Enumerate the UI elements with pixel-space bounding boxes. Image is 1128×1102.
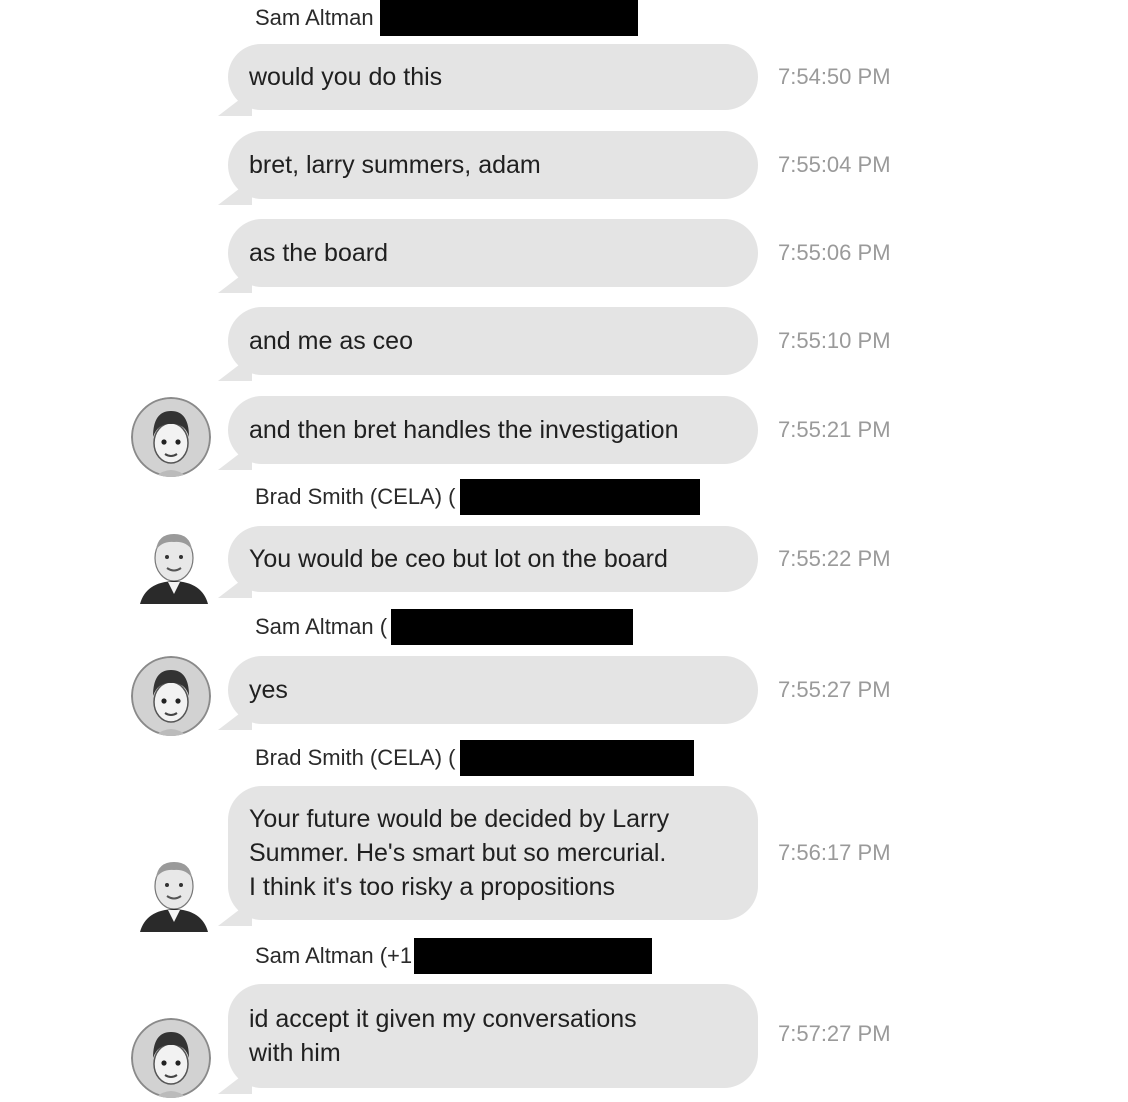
contact-photo-icon xyxy=(134,524,212,604)
message-text: Your future would be decided by Larry Su… xyxy=(249,805,670,901)
message-bubble[interactable]: would you do this xyxy=(228,44,758,110)
message-bubble[interactable]: yes xyxy=(228,656,758,724)
message-timestamp: 7:56:17 PM xyxy=(778,840,891,865)
message-text: and me as ceo xyxy=(249,327,413,355)
message-bubble[interactable]: bret, larry summers, adam xyxy=(228,131,758,199)
memoji-avatar-icon xyxy=(131,1018,211,1098)
message-bubble[interactable]: Your future would be decided by Larry Su… xyxy=(228,786,758,920)
memoji-avatar-icon xyxy=(131,656,211,736)
message-timestamp: 7:55:21 PM xyxy=(778,417,891,442)
message-timestamp: 7:57:27 PM xyxy=(778,1021,891,1046)
sender-name: Sam Altman xyxy=(255,5,374,30)
message-text: as the board xyxy=(249,239,388,267)
redacted-block xyxy=(459,479,700,515)
message-bubble[interactable]: and me as ceo xyxy=(228,307,758,375)
redacted-block xyxy=(391,609,634,645)
sender-header: Sam Altman xyxy=(255,0,638,36)
contact-photo-icon xyxy=(134,852,212,932)
sender-header: Sam Altman (+1 xyxy=(255,938,653,974)
message-bubble[interactable]: and then bret handles the investigation xyxy=(228,396,758,464)
message-timestamp: 7:55:22 PM xyxy=(778,546,891,571)
message-text: bret, larry summers, adam xyxy=(249,151,541,179)
sender-name: Brad Smith (CELA) ( xyxy=(255,484,456,509)
sender-name: Sam Altman (+1 xyxy=(255,943,413,968)
message-bubble[interactable]: You would be ceo but lot on the board xyxy=(228,526,758,592)
message-timestamp: 7:55:04 PM xyxy=(778,152,891,177)
redacted-block xyxy=(379,0,638,36)
message-thread: Sam Altman would you do this 7:54:50 PM … xyxy=(0,0,1128,1102)
redacted-block xyxy=(459,740,694,776)
message-timestamp: 7:55:10 PM xyxy=(778,328,891,353)
redacted-block xyxy=(414,938,653,974)
message-text: You would be ceo but lot on the board xyxy=(249,545,668,573)
memoji-avatar-icon xyxy=(131,397,211,477)
message-text: would you do this xyxy=(249,63,443,91)
message-timestamp: 7:55:06 PM xyxy=(778,240,891,265)
message-bubble[interactable]: id accept it given my conversations with… xyxy=(228,984,758,1088)
sender-header: Brad Smith (CELA) ( xyxy=(255,479,700,515)
sender-name: Brad Smith (CELA) ( xyxy=(255,745,456,770)
message-text: and then bret handles the investigation xyxy=(249,416,679,444)
message-timestamp: 7:55:27 PM xyxy=(778,677,891,702)
message-text: yes xyxy=(249,676,288,704)
message-timestamp: 7:54:50 PM xyxy=(778,64,891,89)
message-text: id accept it given my conversations with… xyxy=(249,1005,637,1067)
sender-name: Sam Altman ( xyxy=(255,614,388,639)
sender-header: Brad Smith (CELA) ( xyxy=(255,740,694,776)
sender-header: Sam Altman ( xyxy=(255,609,634,645)
message-bubble[interactable]: as the board xyxy=(228,219,758,287)
